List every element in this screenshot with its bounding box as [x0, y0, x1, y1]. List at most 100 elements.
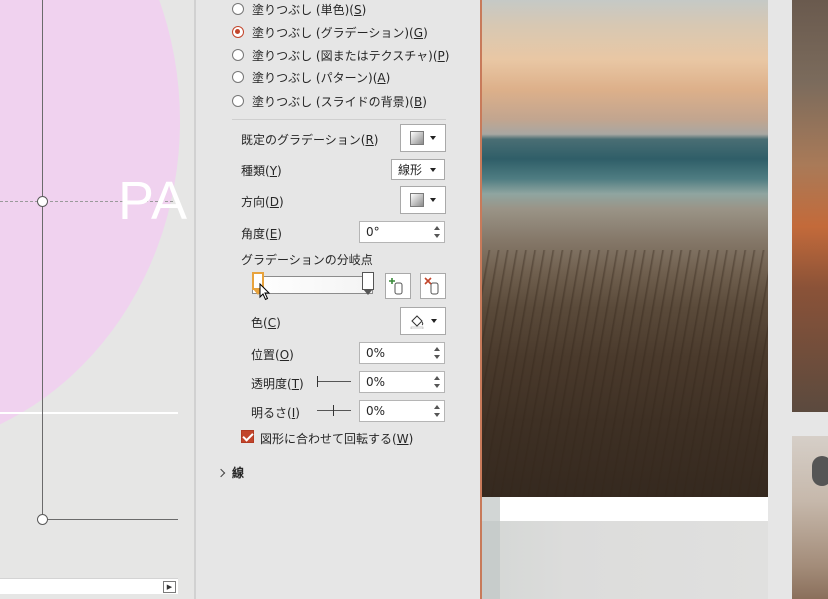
rotate-with-shape-label[interactable]: 図形に合わせて回転する(W) — [260, 430, 413, 447]
radio-label: 塗りつぶし (パターン)( — [252, 70, 378, 85]
rotate-with-shape-checkbox[interactable] — [241, 430, 254, 443]
label-suffix: ) — [295, 406, 300, 420]
radio-gradient-fill[interactable]: 塗りつぶし (グラデーション)(G) — [232, 23, 428, 41]
resize-handle-left[interactable] — [37, 196, 48, 207]
label-suffix: ) — [385, 70, 391, 85]
brightness-spinner[interactable]: 0% — [359, 400, 445, 422]
gradient-stop-right[interactable] — [362, 272, 374, 298]
transparency-label: 透明度(T) — [251, 375, 304, 392]
radio-picture-fill[interactable]: 塗りつぶし (図またはテクスチャ)(P) — [232, 46, 449, 64]
line-section-header[interactable]: 線 — [216, 464, 244, 481]
access-key: G — [413, 25, 424, 40]
transparency-spinner[interactable]: 0% — [359, 371, 445, 393]
label-text: 透明度( — [251, 377, 292, 391]
type-label: 種類(Y) — [241, 162, 282, 179]
label-suffix: ) — [278, 195, 284, 209]
access-key: R — [365, 133, 374, 147]
radio-label: 塗りつぶし (グラデーション)( — [252, 25, 414, 40]
chevron-down-icon — [431, 319, 437, 323]
spinner-arrows-icon[interactable] — [433, 224, 441, 240]
gradient-direction-icon — [410, 193, 424, 207]
select-value: 線形 — [398, 163, 423, 177]
radio-slide-background-fill[interactable]: 塗りつぶし (スライドの背景)(B) — [232, 92, 427, 110]
radio-button-selected[interactable] — [232, 26, 244, 38]
preset-gradient-label: 既定のグラデーション(R) — [241, 131, 378, 148]
label-suffix: ) — [276, 316, 281, 330]
label-suffix: ) — [277, 227, 282, 241]
label-suffix: ) — [289, 348, 294, 362]
spinner-arrows-icon[interactable] — [433, 403, 441, 419]
slide-gap — [482, 497, 768, 521]
selection-border-left — [42, 0, 43, 521]
label-suffix: ) — [373, 133, 379, 147]
access-key: P — [437, 48, 445, 63]
add-stop-icon — [389, 278, 403, 295]
access-key: W — [396, 432, 409, 446]
flowers-photo-image[interactable] — [792, 0, 828, 412]
section-separator — [232, 119, 446, 120]
access-key: D — [269, 195, 279, 209]
radio-label: 塗りつぶし (スライドの背景)( — [252, 94, 414, 109]
brightness-slider[interactable] — [317, 405, 351, 416]
chevron-down-icon — [430, 198, 436, 202]
slide-edge-strip — [482, 497, 500, 521]
radio-button[interactable] — [232, 49, 244, 61]
slide-canvas[interactable]: PA ▶ — [0, 0, 196, 599]
spinner-arrows-icon[interactable] — [433, 374, 441, 390]
label-suffix: ) — [422, 94, 427, 109]
color-label: 色(C) — [251, 314, 281, 331]
remove-stop-icon — [424, 277, 439, 295]
slider-thumb[interactable] — [317, 376, 318, 387]
access-key: C — [267, 316, 277, 330]
selection-border-bottom — [43, 519, 178, 520]
angle-label: 角度(E) — [241, 225, 282, 242]
radio-pattern-fill[interactable]: 塗りつぶし (パターン)(A) — [232, 68, 390, 86]
format-shape-pane: 塗りつぶし (単色)(S) 塗りつぶし (グラデーション)(G) 塗りつぶし (… — [196, 0, 480, 599]
radio-button[interactable] — [232, 95, 244, 107]
stop-color-dropdown[interactable] — [400, 307, 446, 335]
slide-thumbnails-area[interactable] — [482, 0, 828, 599]
slide-title-text[interactable]: PA — [118, 170, 188, 232]
slider-thumb[interactable] — [333, 405, 334, 416]
spinner-arrows-icon[interactable] — [433, 345, 441, 361]
horizontal-scrollbar[interactable]: ▶ — [0, 578, 178, 594]
radio-label: 塗りつぶし (図またはテクスチャ)( — [252, 48, 438, 63]
angle-spinner[interactable]: 0° — [359, 221, 445, 243]
transparency-slider[interactable] — [317, 376, 351, 387]
decor-photo-image[interactable] — [792, 436, 828, 599]
resize-handle-bottom-left[interactable] — [37, 514, 48, 525]
direction-dropdown[interactable] — [400, 186, 446, 214]
scroll-right-icon[interactable]: ▶ — [163, 581, 176, 593]
label-text: 明るさ( — [251, 406, 292, 420]
preset-gradient-dropdown[interactable] — [400, 124, 446, 152]
position-label: 位置(O) — [251, 346, 294, 363]
access-key: B — [413, 94, 423, 109]
access-key: A — [377, 70, 386, 85]
transparency-value[interactable]: 0% — [366, 375, 385, 389]
position-value[interactable]: 0% — [366, 346, 385, 360]
radio-label: 塗りつぶし (単色)( — [252, 2, 354, 17]
label-text: 位置( — [251, 348, 280, 362]
label-text: 種類( — [241, 164, 270, 178]
label-text: 既定のグラデーション( — [241, 133, 366, 147]
white-line-shape[interactable] — [0, 412, 178, 414]
angle-value[interactable]: 0° — [366, 225, 380, 239]
photo-badge — [812, 456, 828, 486]
radio-solid-fill[interactable]: 塗りつぶし (単色)(S) — [232, 0, 366, 18]
label-suffix: ) — [444, 48, 450, 63]
label-text: 図形に合わせて回転する( — [260, 432, 397, 446]
remove-gradient-stop-button[interactable] — [420, 273, 446, 299]
radio-button[interactable] — [232, 3, 244, 15]
chevron-right-icon — [216, 468, 226, 477]
radio-button[interactable] — [232, 71, 244, 83]
add-gradient-stop-button[interactable] — [385, 273, 411, 299]
label-suffix: ) — [299, 377, 304, 391]
brightness-label: 明るさ(I) — [251, 404, 300, 421]
grass-texture — [482, 250, 768, 497]
access-key: Y — [269, 164, 278, 178]
position-spinner[interactable]: 0% — [359, 342, 445, 364]
next-slide-image[interactable] — [482, 521, 768, 599]
brightness-value[interactable]: 0% — [366, 404, 385, 418]
gradient-type-select[interactable]: 線形 — [391, 159, 445, 180]
beach-photo-image[interactable] — [482, 0, 768, 497]
